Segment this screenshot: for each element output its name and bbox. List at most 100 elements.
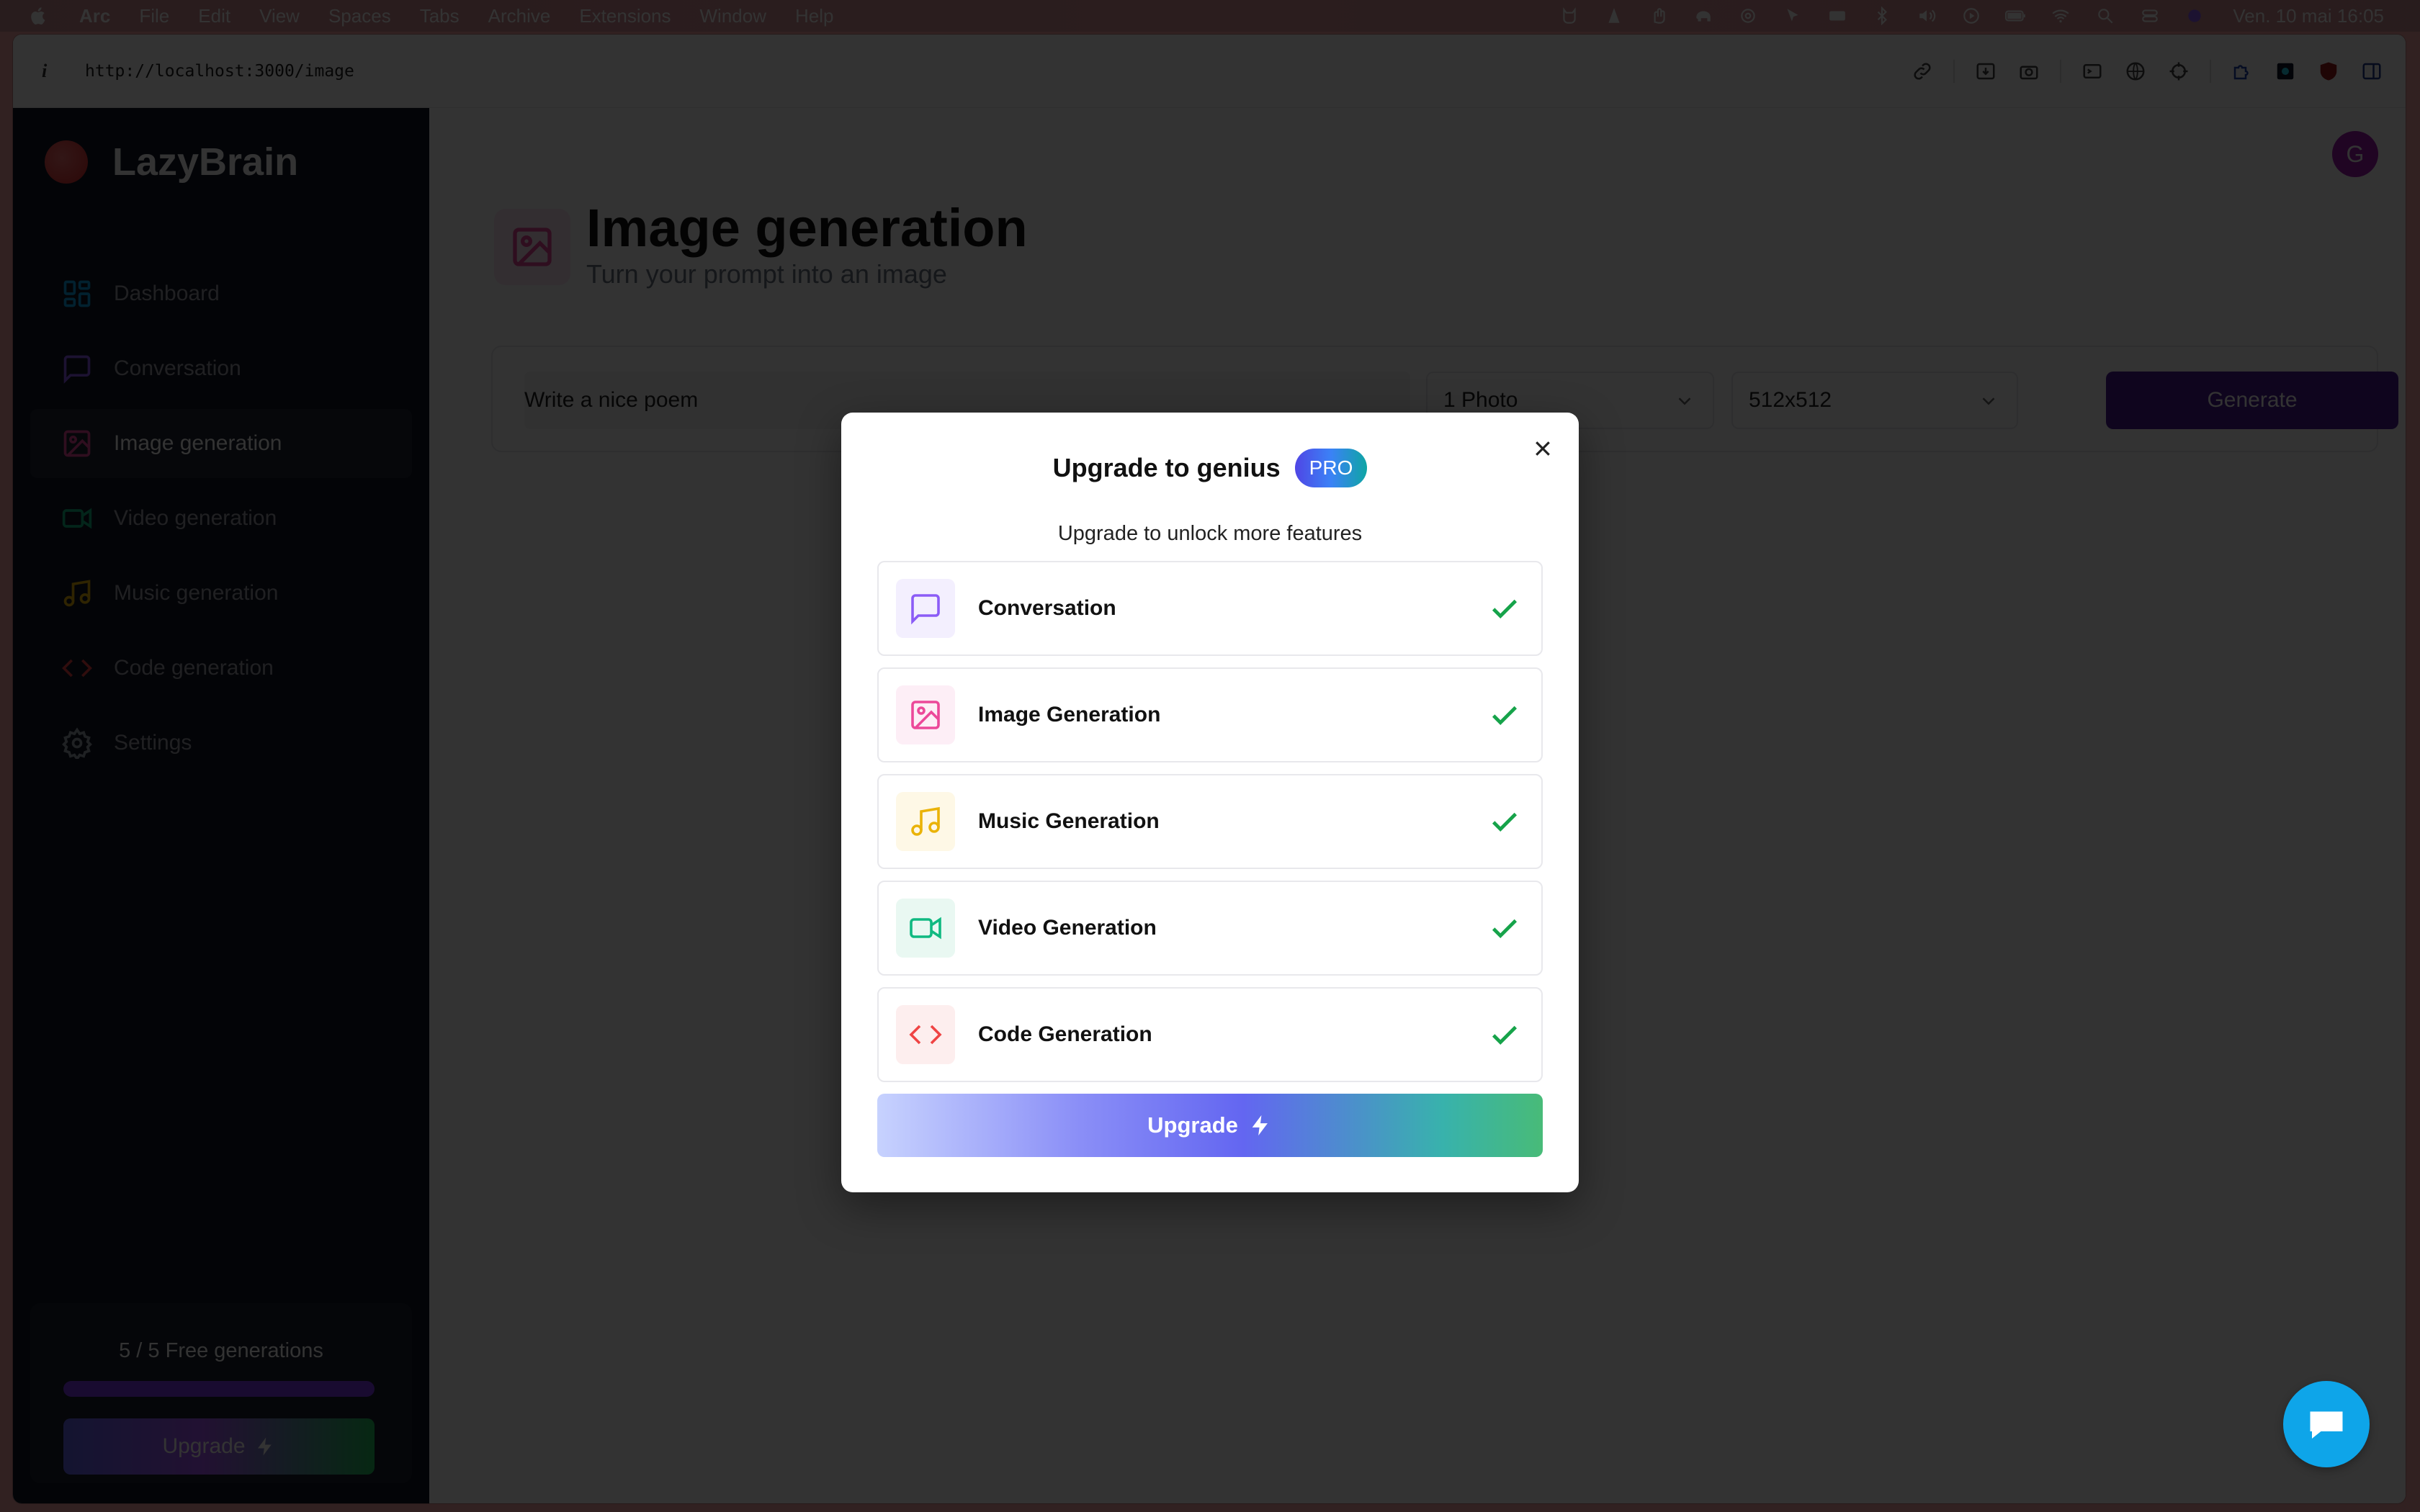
menu-window[interactable]: Window — [700, 5, 766, 27]
sidebar-item-settings[interactable]: Settings — [30, 708, 412, 778]
volume-icon[interactable] — [1914, 6, 1939, 26]
check-icon — [1492, 599, 1518, 618]
sidebar-toggle-icon[interactable] — [2360, 59, 2384, 84]
sidebar-item-dashboard[interactable]: Dashboard — [30, 259, 412, 328]
sidebar: LazyBrain Dashboard Conversation Image g… — [13, 108, 429, 1503]
modal-header: Upgrade to genius PRO — [841, 449, 1579, 487]
play-icon[interactable] — [1959, 6, 1984, 26]
menu-spaces[interactable]: Spaces — [328, 5, 391, 27]
crosshair-icon[interactable] — [2166, 59, 2191, 84]
sidebar-item-code-generation[interactable]: Code generation — [30, 634, 412, 703]
wifi-icon[interactable] — [2048, 6, 2073, 26]
zap-icon — [257, 1437, 272, 1456]
menu-edit[interactable]: Edit — [198, 5, 230, 27]
progress-fill — [63, 1381, 375, 1397]
brain-logo-icon — [45, 140, 88, 184]
feature-item-video-generation: Video Generation — [877, 881, 1543, 976]
code-icon — [60, 652, 94, 685]
feature-label: Image Generation — [978, 703, 1161, 726]
elephant-icon[interactable] — [1691, 6, 1716, 26]
amount-select-value: 1 Photo — [1443, 388, 1518, 412]
user-avatar[interactable]: G — [2332, 131, 2378, 177]
feature-label: Music Generation — [978, 809, 1160, 833]
upgrade-button[interactable]: Upgrade — [877, 1094, 1543, 1157]
feature-label: Video Generation — [978, 916, 1157, 940]
bluetooth-icon[interactable] — [1870, 6, 1894, 26]
toolbar-divider — [2210, 60, 2211, 83]
menu-archive[interactable]: Archive — [488, 5, 551, 27]
sidebar-item-label: Video generation — [114, 506, 277, 530]
cone-icon[interactable] — [1602, 6, 1626, 26]
logo[interactable]: LazyBrain — [45, 140, 298, 184]
menubar-clock[interactable]: Ven. 10 mai 16:05 — [2233, 5, 2384, 27]
sidebar-item-label: Conversation — [114, 356, 241, 380]
sidebar-item-image-generation[interactable]: Image generation — [30, 409, 412, 478]
menu-tabs[interactable]: Tabs — [420, 5, 460, 27]
toolbar-divider — [2060, 60, 2061, 83]
feature-label: Code Generation — [978, 1022, 1152, 1046]
feature-item-music-generation: Music Generation — [877, 774, 1543, 869]
download-icon[interactable] — [1973, 59, 1998, 84]
url-bar: i http://localhost:3000/image — [13, 35, 2406, 108]
menu-file[interactable]: File — [139, 5, 169, 27]
link-icon[interactable] — [1910, 59, 1935, 84]
sidebar-upgrade-label: Upgrade — [162, 1434, 246, 1458]
sidebar-upgrade-button[interactable]: Upgrade — [63, 1418, 375, 1475]
menu-help[interactable]: Help — [795, 5, 833, 27]
camera-icon[interactable] — [2017, 59, 2041, 84]
check-icon — [1492, 812, 1518, 832]
sidebar-item-video-generation[interactable]: Video generation — [30, 484, 412, 553]
modal-subtitle: Upgrade to unlock more features — [1057, 522, 1363, 545]
cat-icon[interactable] — [1557, 6, 1582, 26]
sidebar-item-music-generation[interactable]: Music generation — [30, 559, 412, 628]
chat-support-button[interactable] — [2283, 1381, 2370, 1467]
message-icon — [60, 352, 94, 385]
terminal-icon[interactable] — [2080, 59, 2105, 84]
siri-icon[interactable] — [2182, 6, 2207, 26]
sidebar-item-label: Code generation — [114, 656, 274, 680]
pointer-icon[interactable] — [1780, 6, 1805, 26]
control-center-icon[interactable] — [2138, 6, 2162, 26]
free-generations-count: 5 / 5 Free generations — [119, 1339, 323, 1362]
modal-title: Upgrade to genius — [1052, 453, 1281, 482]
apple-icon[interactable] — [29, 6, 50, 26]
generate-button[interactable]: Generate — [2106, 372, 2398, 429]
spotlight-search-icon[interactable] — [2093, 6, 2118, 26]
resolution-select[interactable]: 512x512 — [1731, 372, 2018, 429]
sidebar-nav: Dashboard Conversation Image generation … — [30, 259, 412, 783]
image-icon — [494, 209, 570, 285]
keyboard-icon[interactable] — [1825, 6, 1850, 26]
free-generations-card: 5 / 5 Free generations Upgrade — [30, 1303, 412, 1483]
sidebar-item-label: Settings — [114, 731, 192, 755]
ublock-icon[interactable] — [2316, 59, 2341, 84]
check-icon — [1492, 706, 1518, 725]
feature-label: Conversation — [978, 596, 1116, 620]
extension-icon[interactable] — [2273, 59, 2298, 84]
settings-icon — [60, 726, 94, 760]
check-icon — [1492, 1025, 1518, 1045]
music-icon — [60, 577, 94, 610]
feature-list: Conversation Image Generation Music Gene… — [877, 561, 1543, 1094]
puzzle-icon[interactable] — [2230, 59, 2254, 84]
chat-icon — [2310, 1411, 2343, 1439]
globe-icon[interactable] — [2123, 59, 2148, 84]
sidebar-item-conversation[interactable]: Conversation — [30, 334, 412, 403]
menu-app-name[interactable]: Arc — [79, 5, 110, 27]
menu-view[interactable]: View — [259, 5, 300, 27]
url-field[interactable]: http://localhost:3000/image — [85, 62, 354, 81]
menu-extensions[interactable]: Extensions — [579, 5, 671, 27]
feature-item-conversation: Conversation — [877, 561, 1543, 656]
code-icon — [896, 1005, 955, 1064]
upgrade-button-label: Upgrade — [1147, 1112, 1238, 1138]
feature-item-code-generation: Code Generation — [877, 987, 1543, 1082]
openai-icon[interactable] — [1736, 6, 1760, 26]
menu-bar: Arc File Edit View Spaces Tabs Archive E… — [0, 0, 2420, 32]
page-subtitle: Turn your prompt into an image — [586, 259, 947, 289]
video-icon — [60, 502, 94, 535]
info-icon[interactable]: i — [42, 60, 71, 82]
page-title: Image generation — [586, 198, 1028, 258]
hand-icon[interactable] — [1646, 6, 1671, 26]
battery-icon[interactable] — [2004, 6, 2028, 26]
pro-badge: PRO — [1294, 449, 1368, 487]
zap-icon — [1252, 1115, 1268, 1136]
